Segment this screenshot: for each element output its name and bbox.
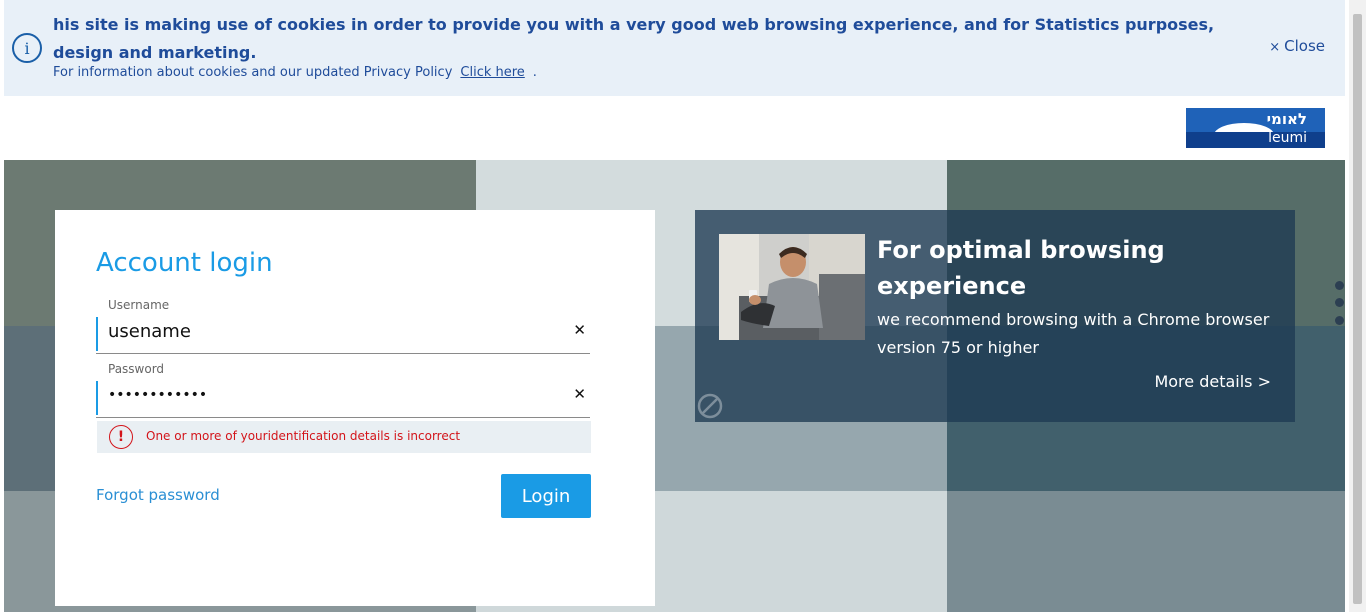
- field-focus-bar: [96, 381, 98, 415]
- clear-password-icon[interactable]: ✕: [573, 385, 586, 403]
- vertical-scrollbar[interactable]: [1349, 0, 1366, 612]
- notice-title: For optimal browsing experience: [877, 236, 1165, 300]
- close-label: Close: [1284, 37, 1325, 55]
- more-details-link[interactable]: More details >: [1154, 372, 1271, 391]
- alert-icon: !: [109, 425, 133, 449]
- field-focus-bar: [96, 317, 98, 351]
- logo-hebrew-text: לאומי: [1266, 110, 1307, 128]
- info-icon: i: [12, 33, 42, 63]
- password-field: Password ✕: [96, 362, 590, 418]
- password-input[interactable]: [108, 387, 548, 403]
- logo-english-text: leumi: [1268, 130, 1307, 146]
- cookie-policy-text: For information about cookies and our up…: [53, 65, 453, 80]
- cookie-message: his site is making use of cookies in ord…: [53, 15, 1215, 62]
- close-icon: ×: [1269, 40, 1281, 55]
- privacy-policy-link[interactable]: Click here: [460, 65, 524, 80]
- carousel-dot[interactable]: [1335, 298, 1344, 307]
- cookie-banner: i his site is making use of cookies in o…: [4, 0, 1345, 96]
- notice-body: we recommend browsing with a Chrome brow…: [877, 310, 1270, 357]
- clear-username-icon[interactable]: ✕: [573, 321, 586, 339]
- page-title: Account login: [96, 248, 273, 278]
- password-label: Password: [108, 362, 165, 376]
- browser-notice: For optimal browsing experience we recom…: [695, 210, 1295, 422]
- cookie-sub-message: For information about cookies and our up…: [53, 65, 537, 80]
- username-label: Username: [108, 298, 170, 312]
- login-card: Account login Username ✕ Password ✕ ! On…: [55, 210, 655, 606]
- forgot-password-link[interactable]: Forgot password: [96, 486, 220, 504]
- carousel-dot[interactable]: [1335, 316, 1344, 325]
- scrollbar-thumb[interactable]: [1353, 14, 1362, 604]
- leumi-logo[interactable]: לאומי leumi: [1186, 108, 1325, 148]
- carousel-dot[interactable]: [1335, 281, 1344, 290]
- error-message-box: ! One or more of youridentification deta…: [97, 421, 591, 453]
- login-button[interactable]: Login: [501, 474, 591, 518]
- error-message: One or more of youridentification detail…: [146, 429, 461, 443]
- bg-tile: [947, 491, 1345, 612]
- cookie-trailing-dot: .: [532, 65, 537, 80]
- promo-photo: [719, 234, 865, 340]
- username-input[interactable]: [108, 321, 548, 342]
- ban-icon: [697, 393, 723, 419]
- username-field: Username ✕: [96, 298, 590, 354]
- close-cookie-button[interactable]: × Close: [1269, 37, 1325, 55]
